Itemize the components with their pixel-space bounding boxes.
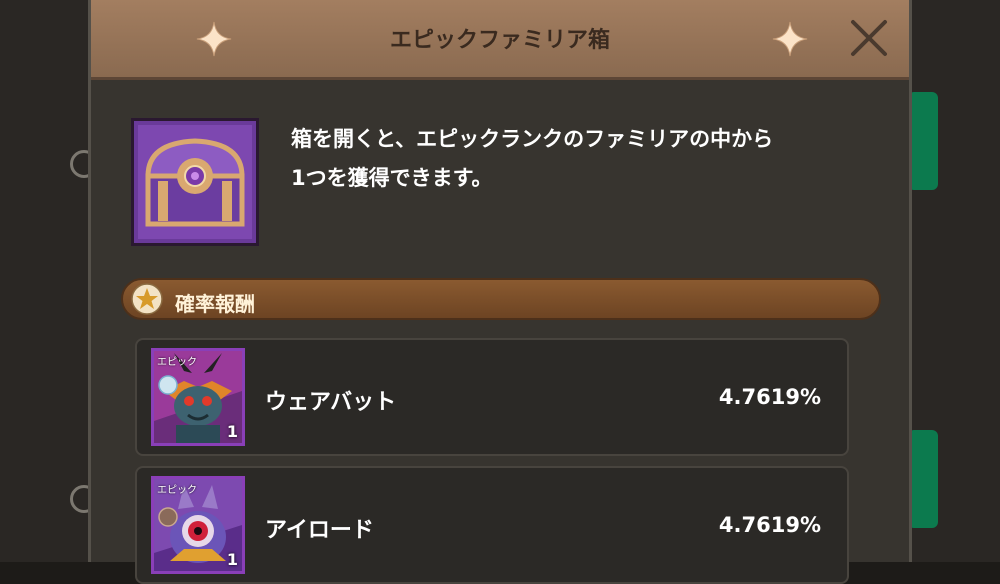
item-count: 1	[226, 550, 238, 569]
description-line: 1つを獲得できます。	[291, 166, 493, 190]
background-green-button	[908, 92, 938, 190]
drop-rate: 4.7619%	[718, 513, 821, 537]
reward-row[interactable]: エピック 1 アイロード 4.7619%	[135, 466, 849, 584]
familiar-name: アイロード	[265, 518, 374, 543]
rank-label: エピック	[157, 357, 197, 368]
star-icon	[131, 283, 163, 315]
section-label: 確率報酬	[175, 292, 255, 316]
treasure-chest-icon	[131, 118, 259, 246]
item-count: 1	[226, 422, 238, 441]
sparkle-icon	[772, 21, 808, 57]
dialog-description: 箱を開くと、エピックランクのファミリアの中から 1つを獲得できます。	[291, 120, 891, 198]
treasure-chest-image	[134, 121, 256, 243]
close-icon[interactable]	[847, 16, 891, 60]
dialog-titlebar: エピックファミリア箱	[91, 0, 909, 80]
background-green-button	[908, 430, 938, 528]
drop-rate: 4.7619%	[718, 385, 821, 409]
familiar-thumbnail: エピック 1	[151, 476, 245, 574]
epic-familiar-box-dialog: エピックファミリア箱 箱を開くと、エピックランクのファミリアの中から 1つを獲得…	[88, 0, 912, 584]
reward-row[interactable]: エピック 1 ウェアバット 4.7619%	[135, 338, 849, 456]
familiar-thumbnail: エピック 1	[151, 348, 245, 446]
familiar-name: ウェアバット	[265, 390, 397, 415]
description-line: 箱を開くと、エピックランクのファミリアの中から	[291, 127, 774, 151]
rank-label: エピック	[157, 485, 197, 496]
background-left-panel	[0, 0, 88, 562]
probability-rewards-header: 確率報酬	[121, 278, 881, 320]
